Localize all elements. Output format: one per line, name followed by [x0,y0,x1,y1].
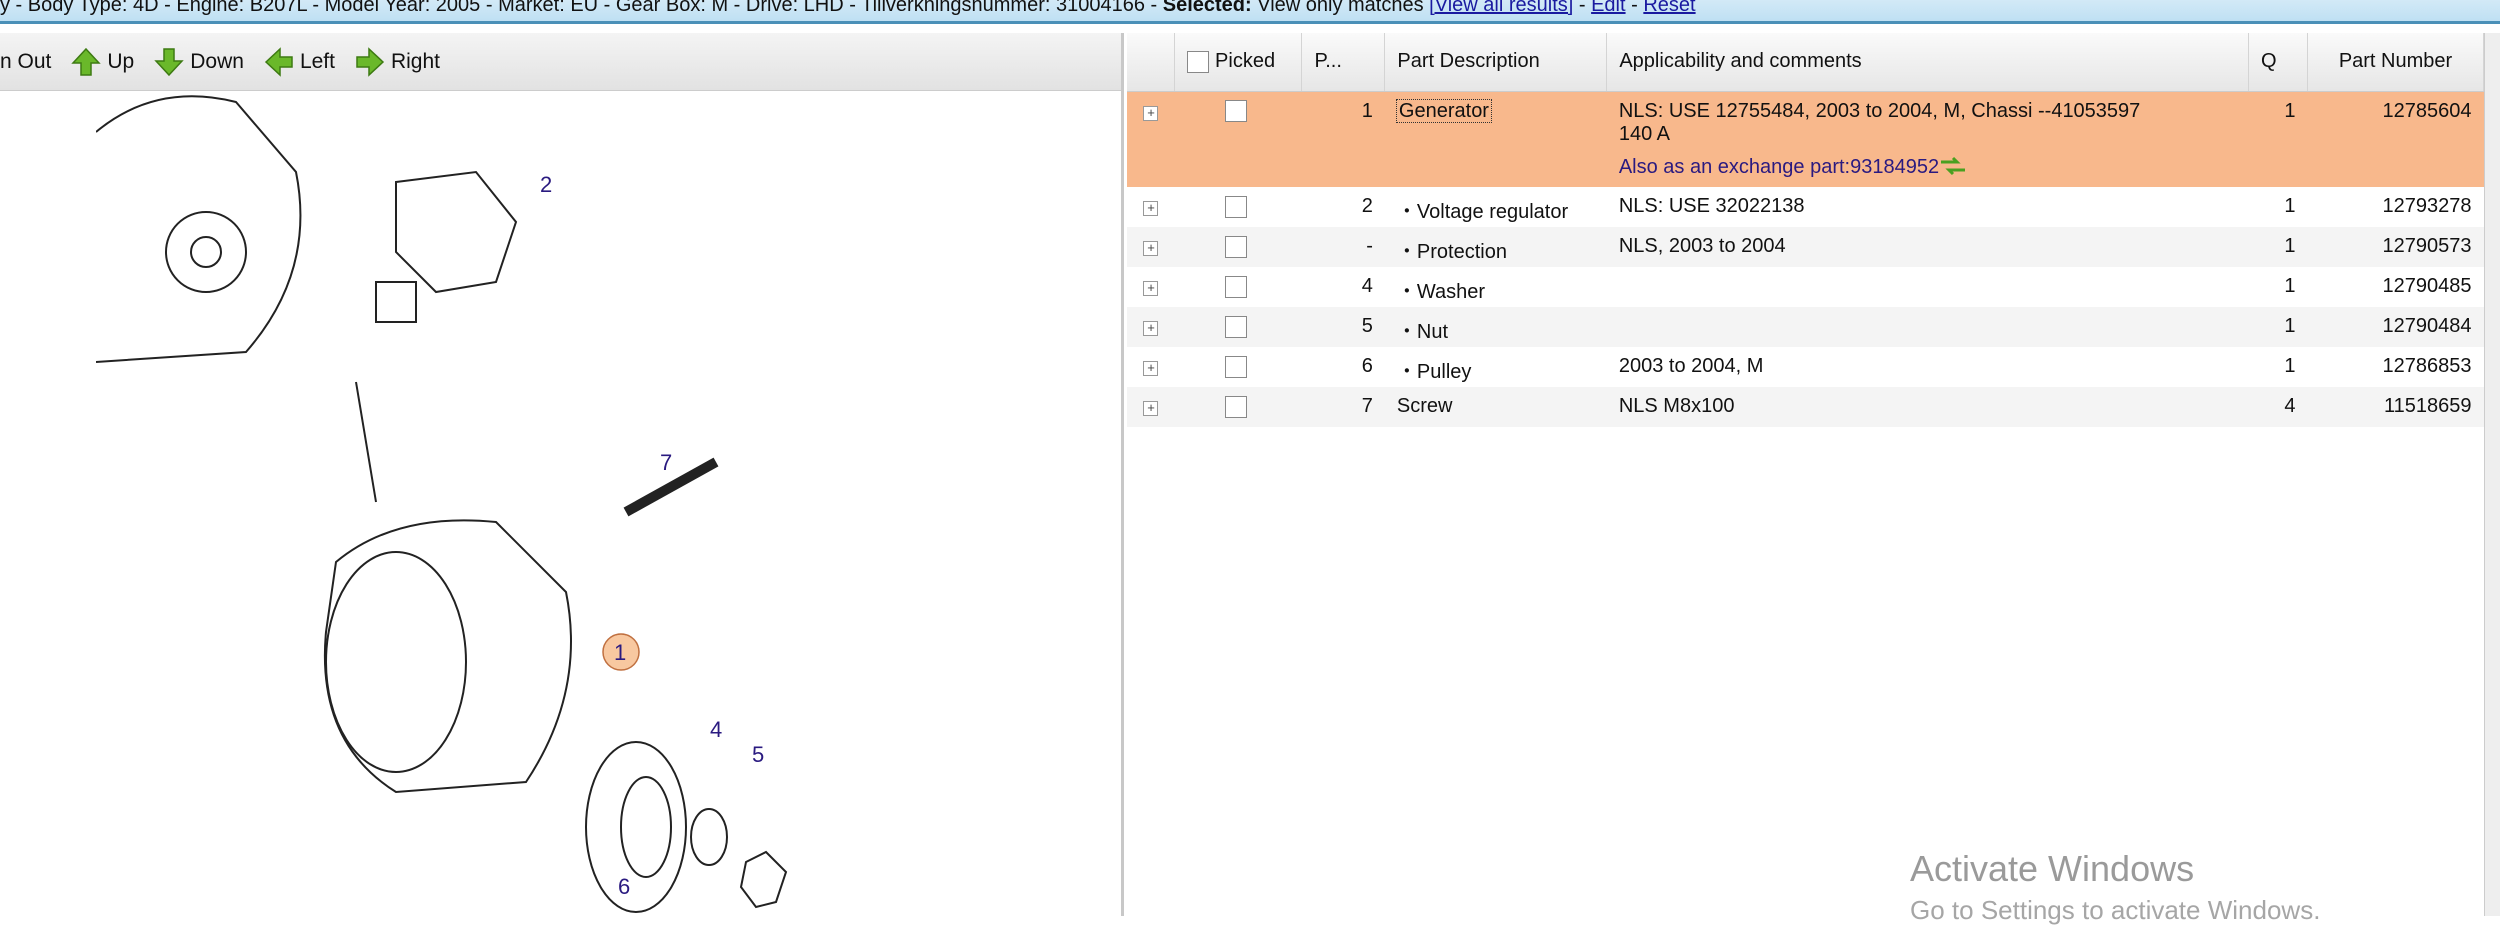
quantity-cell: 4 [2248,387,2308,427]
description-cell: ・Nut [1384,307,1607,347]
applicability-cell: NLS M8x100 [1606,387,2249,427]
callout-4[interactable]: 4 [710,717,722,742]
picked-checkbox[interactable] [1224,315,1247,338]
header-part-description[interactable]: Part Description [1384,33,1608,92]
lead-line [355,381,377,503]
expand-icon[interactable]: + [1143,321,1159,336]
header-applicability[interactable]: Applicability and comments [1606,33,2250,92]
callout-2[interactable]: 2 [540,172,552,197]
generator-rear-view [96,95,302,363]
picked-checkbox[interactable] [1224,395,1247,418]
reset-link[interactable]: Reset [1643,0,1695,16]
exploded-parts-diagram[interactable]: 1 2 4 5 6 7 [96,92,792,916]
edit-link[interactable]: Edit [1591,0,1625,16]
header-quantity[interactable]: Q [2248,33,2308,92]
applicability-cell: 2003 to 2004, M [1618,355,1764,377]
zoom-out-button[interactable]: n Out [0,50,51,74]
description-cell: Generator [1384,91,1607,187]
part-number-cell: 12790485 [2382,275,2472,297]
header-position[interactable]: P... [1301,33,1386,92]
position-cell: 1 [1301,91,1385,187]
expand-icon[interactable]: + [1143,401,1159,416]
arrow-left-icon [264,46,293,77]
part-number-cell: 12785604 [2307,91,2484,187]
expand-icon[interactable]: + [1143,361,1159,376]
picked-checkbox[interactable] [1224,100,1247,123]
table-row[interactable]: + 4 ・Washer 1 12790485 [1127,267,2484,307]
arrow-right-icon [356,46,385,77]
picked-checkbox[interactable] [1224,355,1247,378]
applicability-cell: NLS: USE 32022138 [1618,195,1805,217]
washer-drawing [690,808,728,866]
table-row[interactable]: + 2 ・Voltage regulator NLS: USE 32022138… [1127,187,2484,227]
parts-list-panel: Picked P... Part Description Applicabili… [1127,33,2500,916]
nut-drawing [739,850,788,909]
description-cell: ・Washer [1396,281,1486,303]
table-row[interactable]: + 1 Generator NLS: USE 12755484, 2003 to… [1127,91,2484,187]
description-cell: ・Protection [1384,227,1607,267]
select-all-checkbox[interactable] [1187,50,1210,73]
left-button[interactable]: Left [264,46,335,77]
vertical-scrollbar[interactable] [2484,33,2500,916]
voltage-regulator-drawing [395,170,518,294]
up-button[interactable]: Up [71,47,134,77]
part-number-cell: 12786853 [2382,355,2472,377]
callout-7[interactable]: 7 [660,450,672,475]
table-row[interactable]: + 5 ・Nut 1 12790484 [1127,307,2484,347]
table-row[interactable]: + 7 Screw NLS M8x100 4 11518659 [1127,387,2484,427]
position-cell: 2 [1361,195,1373,217]
exchange-part-link[interactable]: Also as an exchange part:93184952 [1619,156,2237,179]
header-part-number[interactable]: Part Number [2307,33,2484,92]
applicability-cell: NLS, 2003 to 2004 [1606,227,2249,267]
arrow-up-icon [71,47,102,76]
description-cell: Screw [1384,387,1607,427]
right-button[interactable]: Right [355,46,440,77]
callout-6[interactable]: 6 [618,874,630,899]
callout-5[interactable]: 5 [752,742,764,767]
quantity-cell: 1 [2248,307,2308,347]
part-number-cell: 12790484 [2307,307,2484,347]
table-row[interactable]: + 6 ・Pulley 2003 to 2004, M 1 12786853 [1127,347,2484,387]
parts-table: Picked P... Part Description Applicabili… [1127,33,2484,427]
applicability-cell [1607,267,2249,307]
position-cell: 4 [1361,275,1373,297]
quantity-cell: 1 [2284,195,2296,217]
callout-1[interactable]: 1 [614,640,626,665]
quantity-cell: 1 [2284,275,2296,297]
description-cell: ・Pulley [1396,361,1472,383]
applicability-cell [1606,307,2249,347]
picked-checkbox[interactable] [1224,195,1247,218]
activate-windows-watermark: Activate Windows [1910,848,2195,889]
position-cell: 7 [1301,387,1385,427]
expand-icon[interactable]: + [1143,241,1159,256]
picked-checkbox[interactable] [1224,235,1247,258]
quantity-cell: 1 [2248,91,2308,187]
expand-icon[interactable]: + [1143,281,1159,296]
quantity-cell: 1 [2284,355,2296,377]
diagram-panel: n Out Up Down Left Right 1 2 4 5 6 7 [0,33,1124,916]
position-cell: - [1301,227,1385,267]
expand-icon[interactable]: + [1143,201,1159,216]
view-all-results-link[interactable]: [View all results] [1429,0,1573,16]
applicability-cell: NLS: USE 12755484, 2003 to 2004, M, Chas… [1606,91,2249,187]
diagram-toolbar: n Out Up Down Left Right [0,33,1121,91]
part-number-cell: 11518659 [2307,387,2484,427]
generator-drawing [323,519,572,794]
arrow-down-icon [154,47,184,76]
quantity-cell: 1 [2248,227,2308,267]
position-cell: 6 [1361,355,1373,377]
expand-icon[interactable]: + [1143,105,1159,121]
description-cell: ・Voltage regulator [1396,201,1569,223]
part-number-cell: 12790573 [2307,227,2484,267]
part-number-cell: 12793278 [2382,195,2472,217]
down-button[interactable]: Down [154,47,244,77]
activate-windows-hint: Go to Settings to activate Windows. [1910,895,2321,925]
position-cell: 5 [1301,307,1385,347]
header-picked[interactable]: Picked [1174,33,1303,92]
picked-checkbox[interactable] [1224,275,1247,298]
table-row[interactable]: + - ・Protection NLS, 2003 to 2004 1 1279… [1127,227,2484,267]
vehicle-info-bar: y - Body Type: 4D - Engine: B207L - Mode… [0,0,2500,24]
exchange-icon [1941,156,1966,175]
